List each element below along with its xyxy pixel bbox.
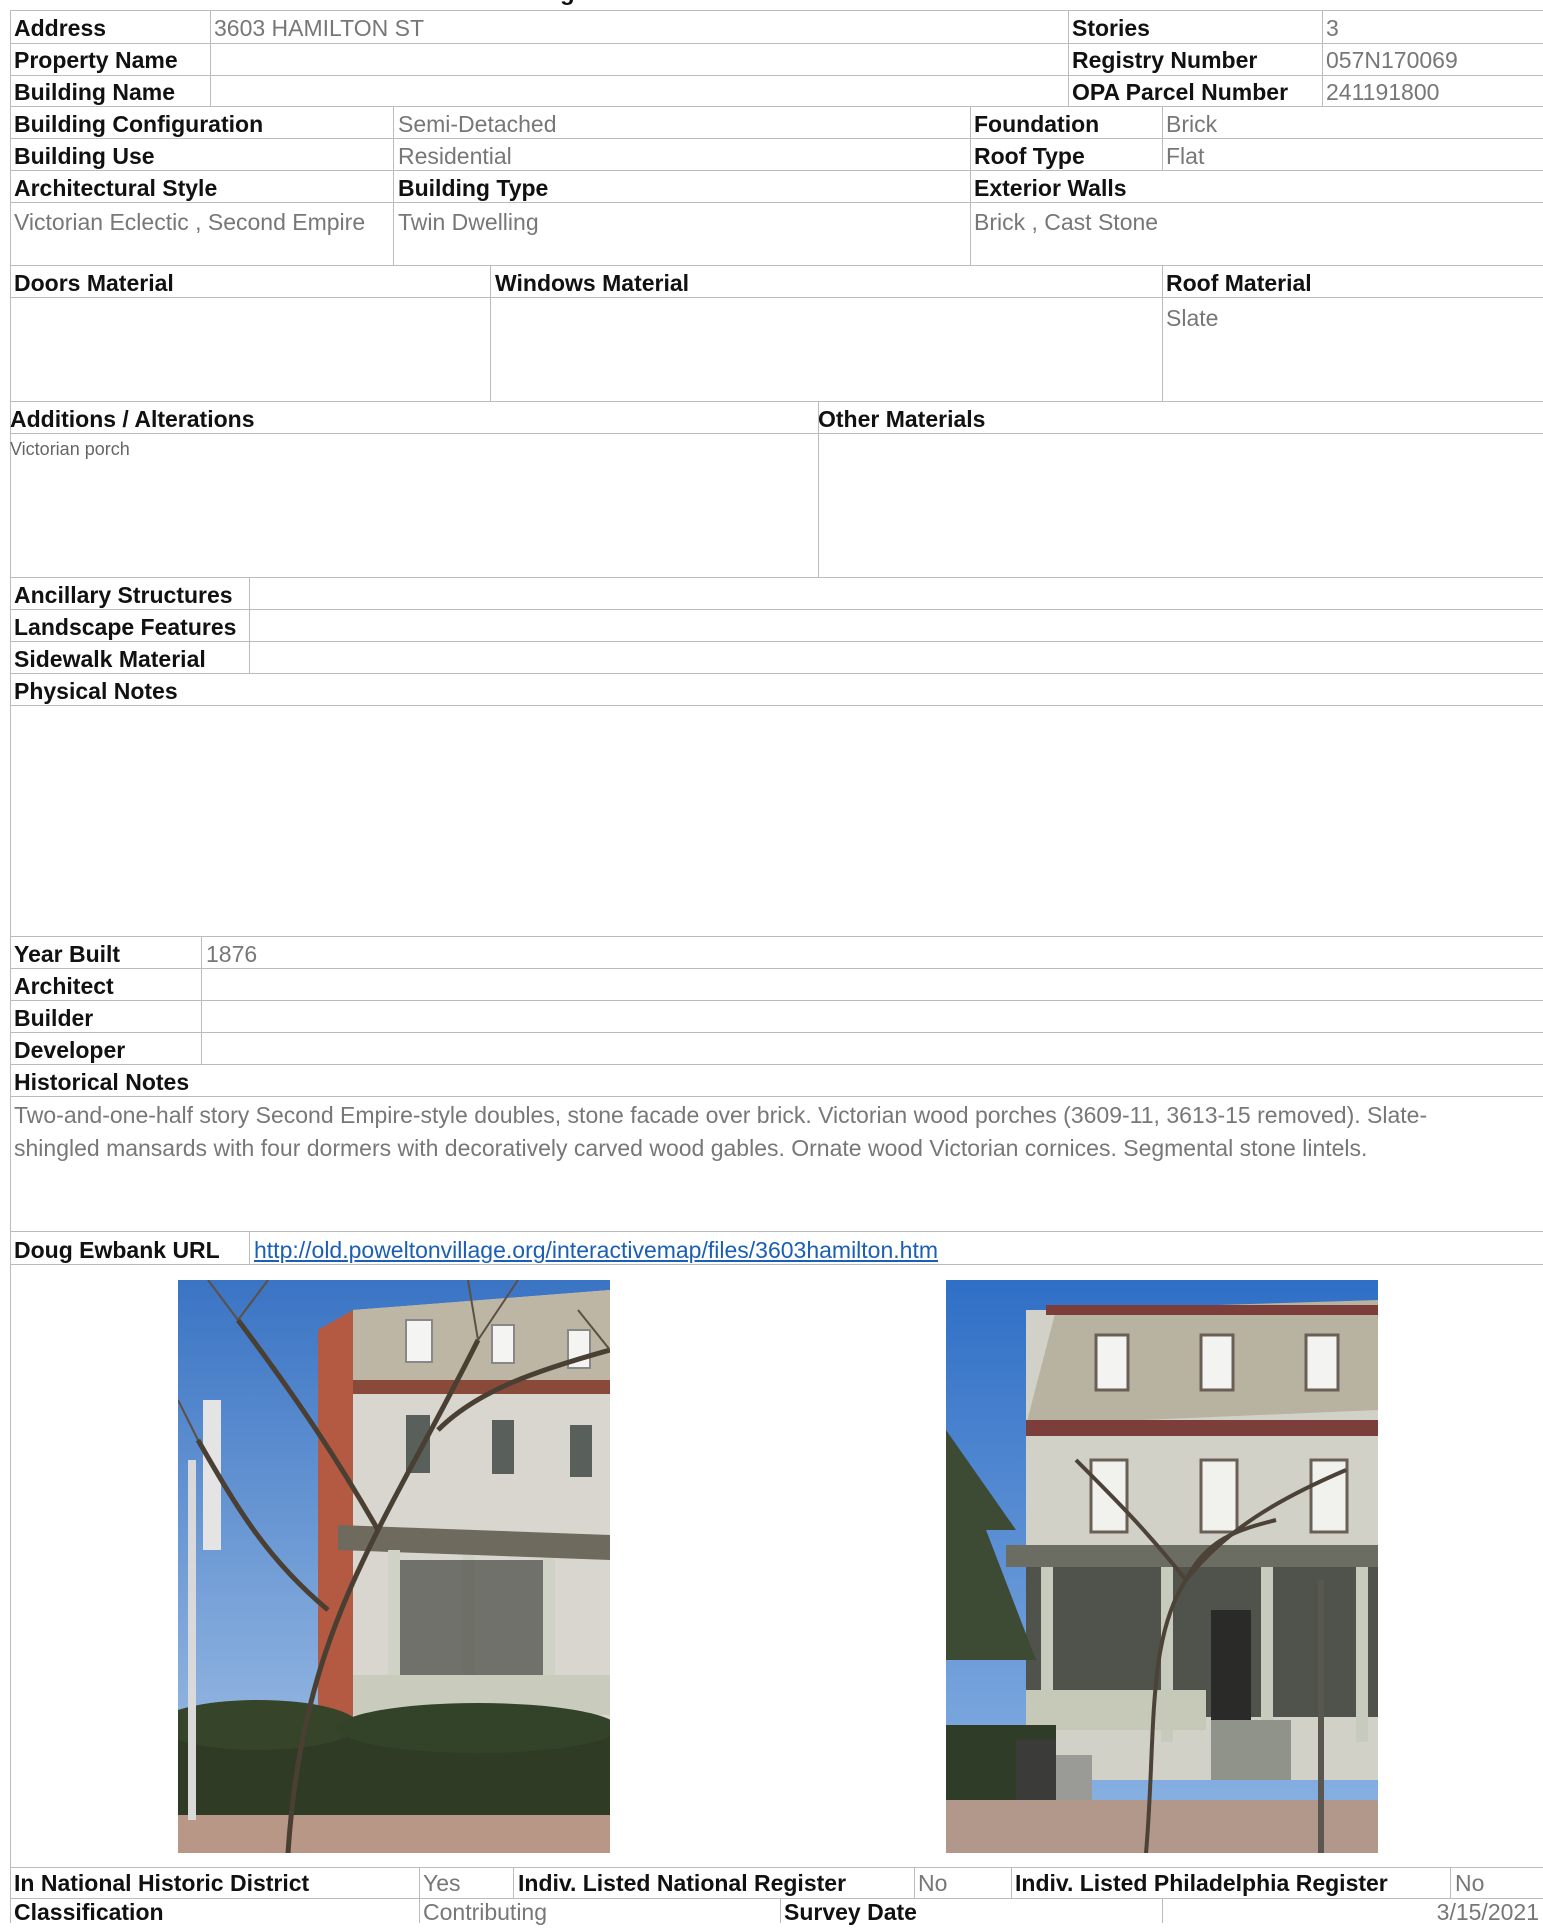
year-built-label: Year Built xyxy=(14,941,121,967)
exterior-walls-value: Brick , Cast Stone xyxy=(974,209,1159,235)
doug-ewbank-url-label: Doug Ewbank URL xyxy=(14,1237,220,1263)
architectural-style-value: Victorian Eclectic , Second Empire xyxy=(14,209,366,235)
divider xyxy=(10,265,1543,266)
roof-type-value: Flat xyxy=(1166,143,1205,169)
divider xyxy=(10,1064,1543,1065)
building-configuration-label: Building Configuration xyxy=(14,111,264,137)
foundation-value: Brick xyxy=(1166,111,1218,137)
divider xyxy=(249,1231,250,1264)
classification-value: Contributing xyxy=(423,1899,548,1925)
historical-notes-label: Historical Notes xyxy=(14,1069,190,1095)
divider xyxy=(1162,265,1163,401)
builder-label: Builder xyxy=(14,1005,94,1031)
national-district-label: In National Historic District xyxy=(14,1870,310,1896)
architect-label: Architect xyxy=(14,973,114,999)
divider xyxy=(210,10,211,106)
page-title-fragment: g xyxy=(560,0,1060,8)
divider xyxy=(10,75,1543,76)
divider xyxy=(1162,106,1163,170)
opa-parcel-value: 241191800 xyxy=(1326,79,1440,105)
divider xyxy=(513,1867,514,1898)
building-name-label: Building Name xyxy=(14,79,176,105)
foundation-label: Foundation xyxy=(974,111,1100,137)
divider xyxy=(249,577,250,673)
divider xyxy=(970,106,971,265)
divider xyxy=(10,297,1543,298)
building-photo-left xyxy=(178,1280,610,1853)
historical-notes-line-1: Two-and-one-half story Second Empire-sty… xyxy=(14,1102,1428,1128)
building-use-label: Building Use xyxy=(14,143,155,169)
property-name-label: Property Name xyxy=(14,47,178,73)
registry-number-value: 057N170069 xyxy=(1326,47,1458,73)
building-configuration-value: Semi-Detached xyxy=(398,111,557,137)
sidewalk-material-label: Sidewalk Material xyxy=(14,646,206,672)
doors-material-label: Doors Material xyxy=(14,270,174,296)
philadelphia-register-value: No xyxy=(1455,1870,1485,1896)
divider xyxy=(10,1231,1543,1232)
registry-number-label: Registry Number xyxy=(1072,47,1258,73)
classification-label: Classification xyxy=(14,1899,164,1925)
divider xyxy=(10,936,1543,937)
divider xyxy=(10,1096,1543,1097)
divider xyxy=(10,401,1543,402)
address-label: Address xyxy=(14,15,107,41)
divider xyxy=(914,1867,915,1898)
opa-parcel-label: OPA Parcel Number xyxy=(1072,79,1289,105)
stories-label: Stories xyxy=(1072,15,1150,41)
address-value: 3603 HAMILTON ST xyxy=(214,15,425,41)
survey-form: g Address 3603 HAMILTON ST Property Name… xyxy=(0,0,1543,1925)
building-use-value: Residential xyxy=(398,143,512,169)
survey-date-label: Survey Date xyxy=(784,1899,917,1925)
divider xyxy=(10,577,1543,578)
historical-notes-line-2: shingled mansards with four dormers with… xyxy=(14,1135,1368,1161)
developer-label: Developer xyxy=(14,1037,126,1063)
doug-ewbank-url-link[interactable]: http://old.poweltonvillage.org/interacti… xyxy=(254,1234,938,1266)
roof-material-value: Slate xyxy=(1166,305,1219,331)
divider xyxy=(10,1032,1543,1033)
additions-alterations-value: Victorian porch xyxy=(10,439,130,459)
survey-date-value: 3/15/2021 xyxy=(1436,1899,1539,1925)
national-register-value: No xyxy=(918,1870,948,1896)
divider xyxy=(780,1898,781,1923)
philadelphia-register-label: Indiv. Listed Philadelphia Register xyxy=(1015,1870,1388,1896)
national-register-label: Indiv. Listed National Register xyxy=(518,1870,847,1896)
divider xyxy=(490,265,491,401)
architectural-style-label: Architectural Style xyxy=(14,175,218,201)
ancillary-structures-label: Ancillary Structures xyxy=(14,582,233,608)
physical-notes-label: Physical Notes xyxy=(14,678,178,704)
divider xyxy=(1450,1867,1451,1898)
national-district-value: Yes xyxy=(423,1870,461,1896)
divider xyxy=(10,705,1543,706)
divider xyxy=(1322,10,1323,106)
divider xyxy=(1011,1867,1012,1898)
roof-material-label: Roof Material xyxy=(1166,270,1312,296)
additions-alterations-label: Additions / Alterations xyxy=(10,406,255,432)
divider xyxy=(10,106,1543,107)
divider xyxy=(1162,1898,1163,1923)
stories-value: 3 xyxy=(1326,15,1339,41)
building-type-value: Twin Dwelling xyxy=(398,209,539,235)
roof-type-label: Roof Type xyxy=(974,143,1085,169)
building-photo-right xyxy=(946,1280,1378,1853)
divider xyxy=(10,170,1543,171)
divider xyxy=(10,609,1543,610)
other-materials-label: Other Materials xyxy=(818,406,986,432)
divider xyxy=(393,106,394,265)
divider xyxy=(419,1867,420,1923)
divider xyxy=(10,641,1543,642)
divider xyxy=(10,673,1543,674)
windows-material-label: Windows Material xyxy=(495,270,690,296)
exterior-walls-label: Exterior Walls xyxy=(974,175,1127,201)
divider xyxy=(1068,10,1069,106)
divider xyxy=(201,936,202,1064)
building-type-label: Building Type xyxy=(398,175,549,201)
landscape-features-label: Landscape Features xyxy=(14,614,237,640)
divider xyxy=(10,1000,1543,1001)
divider xyxy=(10,10,1543,11)
divider xyxy=(10,202,1543,203)
year-built-value: 1876 xyxy=(206,941,258,967)
